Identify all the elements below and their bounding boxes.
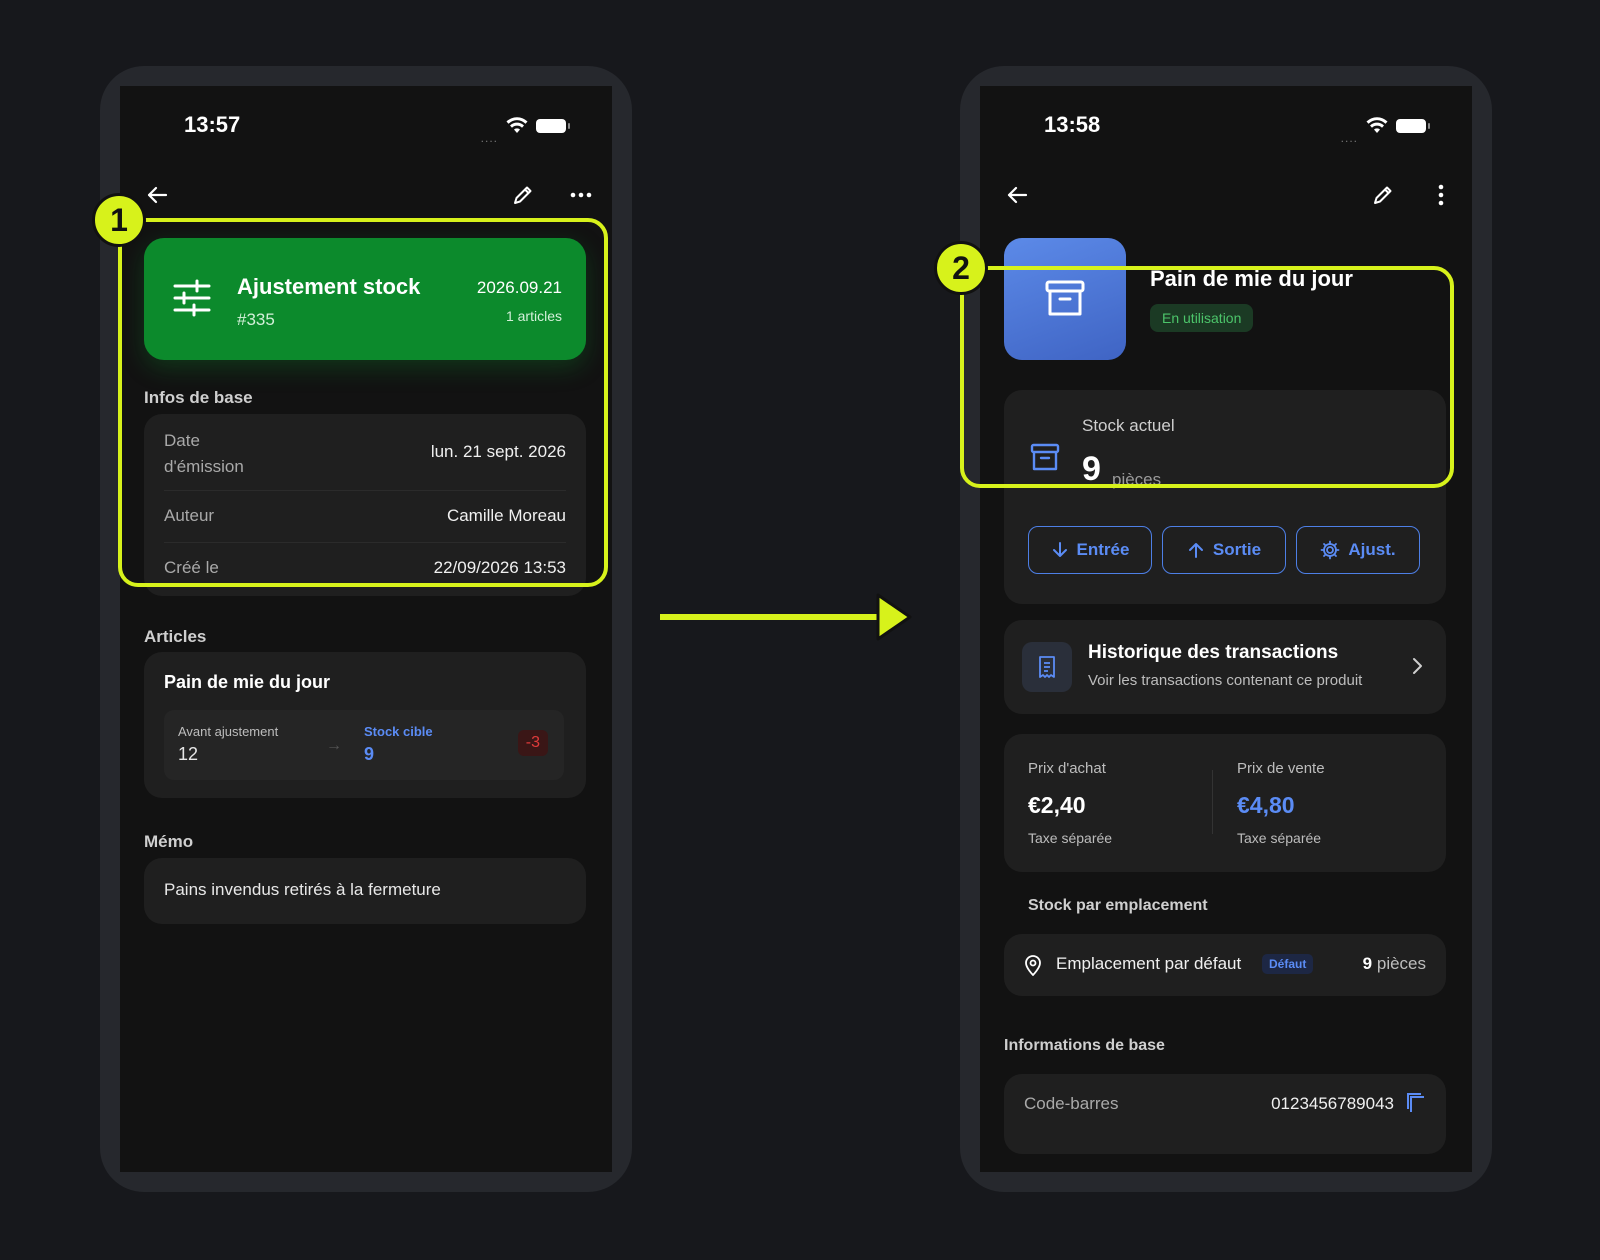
transaction-history-link[interactable]: Historique des transactions Voir les tra… — [1004, 620, 1446, 714]
receipt-icon-wrap — [1022, 642, 1072, 692]
section-title-basic-info: Informations de base — [1004, 1037, 1165, 1054]
section-title-location: Stock par emplacement — [1028, 897, 1208, 914]
section-title-memo: Mémo — [144, 832, 194, 851]
battery-icon — [536, 119, 570, 133]
stock-out-button[interactable]: Sortie — [1162, 526, 1286, 574]
edit-pencil-icon[interactable] — [1370, 182, 1396, 208]
memo-card: Pains invendus retirés à la fermeture — [144, 858, 586, 924]
history-subtitle: Voir les transactions contenant ce produ… — [1088, 672, 1363, 689]
basic-info-card: Code-barres 0123456789043 — [1004, 1074, 1446, 1154]
stock-adjust-button[interactable]: Ajust. — [1296, 526, 1420, 574]
copy-icon[interactable] — [1406, 1092, 1426, 1114]
article-name: Pain de mie du jour — [164, 672, 331, 692]
gear-icon — [1320, 540, 1340, 560]
signal-icon: .... — [480, 131, 498, 145]
barcode-value: 0123456789043 — [1271, 1094, 1394, 1113]
arrow-right-icon: → — [326, 737, 342, 754]
history-title: Historique des transactions — [1088, 642, 1339, 663]
more-vertical-icon[interactable] — [1428, 182, 1454, 208]
target-label: Stock cible — [364, 724, 433, 739]
status-time: 13:57 — [184, 112, 241, 137]
signal-icon: .... — [1340, 131, 1358, 145]
arrow-up-icon — [1188, 543, 1203, 558]
stock-out-label: Sortie — [1212, 540, 1262, 559]
purchase-price-label: Prix d'achat — [1028, 760, 1106, 777]
receipt-icon — [1039, 656, 1055, 678]
location-quantity: 9 pièces — [1363, 954, 1426, 974]
back-arrow-icon[interactable] — [1004, 182, 1030, 208]
flow-arrow-shaft — [660, 614, 886, 620]
location-qty-value: 9 — [1362, 954, 1373, 973]
adjustment-values: Avant ajustement 12 → Stock cible 9 -3 — [164, 710, 564, 780]
step-badge-2: 2 — [934, 241, 988, 295]
stock-adjust-label: Ajust. — [1348, 540, 1396, 559]
sale-tax-note: Taxe séparée — [1237, 830, 1322, 846]
arrow-down-icon — [1052, 542, 1067, 557]
memo-text: Pains invendus retirés à la fermeture — [164, 880, 441, 899]
sale-price-label: Prix de vente — [1237, 760, 1325, 777]
highlight-box-1 — [118, 218, 608, 587]
purchase-tax-note: Taxe séparée — [1028, 830, 1113, 846]
stock-in-label: Entrée — [1076, 540, 1130, 559]
back-arrow-icon[interactable] — [144, 182, 170, 208]
flow-arrow-head-icon — [876, 593, 912, 641]
location-qty-unit: pièces — [1376, 954, 1426, 973]
status-time: 13:58 — [1044, 112, 1101, 137]
wifi-icon — [1366, 117, 1388, 133]
before-value: 12 — [178, 744, 199, 764]
purchase-price-value: €2,40 — [1028, 792, 1086, 818]
chevron-right-icon — [1413, 658, 1422, 674]
before-label: Avant ajustement — [178, 724, 279, 739]
price-divider — [1212, 770, 1213, 834]
highlight-box-2 — [960, 266, 1454, 488]
map-pin-icon — [1025, 955, 1041, 976]
screen-product-detail: 13:58 .... Pain de mie du jour En utilis… — [980, 86, 1472, 1172]
step-badge-1: 1 — [92, 193, 146, 247]
edit-pencil-icon[interactable] — [510, 182, 536, 208]
location-name: Emplacement par défaut — [1056, 954, 1242, 973]
default-badge: Défaut — [1262, 954, 1314, 974]
more-horizontal-icon[interactable] — [568, 182, 594, 208]
location-row[interactable]: Emplacement par défaut Défaut 9 pièces — [1004, 934, 1446, 996]
phone-frame-right: 13:58 .... Pain de mie du jour En utilis… — [960, 66, 1492, 1192]
sale-price-value: €4,80 — [1237, 792, 1295, 818]
stock-in-button[interactable]: Entrée — [1028, 526, 1152, 574]
price-card: Prix d'achat €2,40 Taxe séparée Prix de … — [1004, 734, 1446, 872]
barcode-label: Code-barres — [1024, 1094, 1119, 1113]
wifi-icon — [506, 117, 528, 133]
article-card[interactable]: Pain de mie du jour Avant ajustement 12 … — [144, 652, 586, 798]
difference-badge: -3 — [517, 730, 548, 756]
target-value: 9 — [364, 744, 375, 764]
battery-icon — [1396, 119, 1430, 133]
section-title-articles: Articles — [144, 627, 207, 646]
